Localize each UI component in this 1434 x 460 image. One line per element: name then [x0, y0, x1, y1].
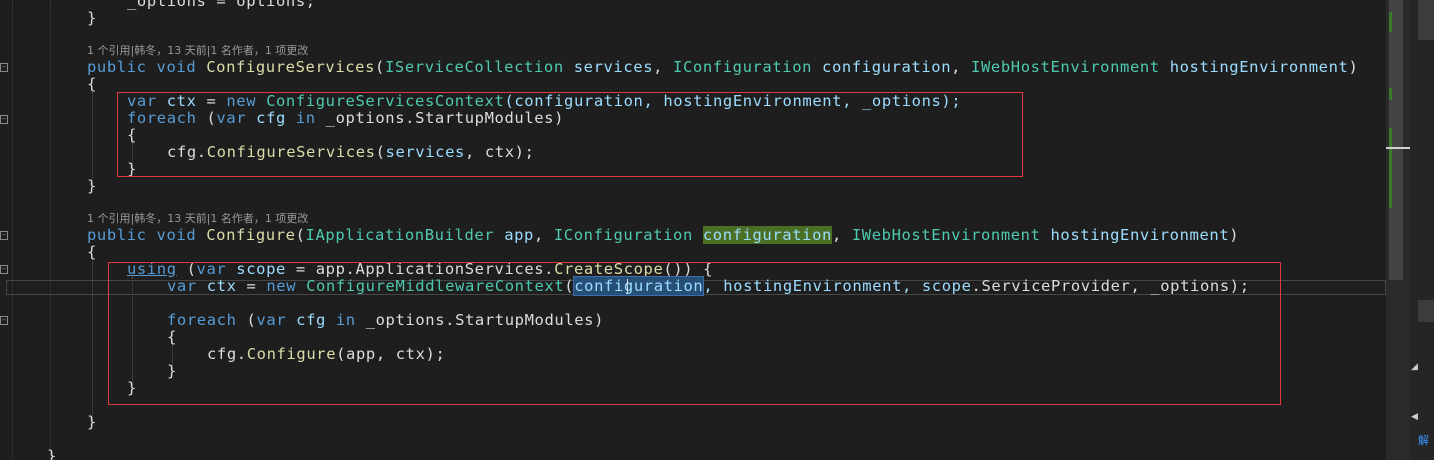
collapse-icon[interactable]: −: [0, 265, 8, 274]
scroll-left-icon[interactable]: ◀: [1411, 412, 1418, 422]
code-line: _options = options;: [127, 0, 316, 10]
code-line: }: [87, 413, 97, 431]
collapse-icon[interactable]: −: [0, 63, 8, 72]
change-marker: [1389, 12, 1392, 32]
code-line: }: [87, 177, 97, 195]
side-tab[interactable]: [1418, 0, 1434, 40]
change-marker: [1389, 128, 1392, 208]
code-lens[interactable]: 1 个引用|韩冬，13 天前|1 名作者，1 项更改: [87, 212, 308, 226]
code-line: {: [87, 243, 97, 261]
code-token: _options: [127, 0, 207, 10]
collapse-icon[interactable]: −: [0, 231, 8, 240]
vertical-scrollbar[interactable]: [1386, 0, 1410, 460]
change-marker: [1389, 88, 1392, 100]
expand-arrow-icon[interactable]: ◢: [1411, 362, 1418, 372]
indent-guide: [92, 92, 93, 184]
side-tab[interactable]: [1418, 300, 1434, 322]
annotation-box: [117, 92, 1023, 177]
side-panel-label[interactable]: 解: [1418, 432, 1429, 448]
structure-guide: [12, 0, 14, 460]
code-line: public void ConfigureServices(IServiceCo…: [87, 58, 1359, 76]
code-line: }: [87, 9, 97, 27]
code-line: }: [47, 447, 57, 460]
code-line: public void Configure(IApplicationBuilde…: [87, 226, 1240, 244]
collapse-icon[interactable]: −: [0, 316, 8, 325]
code-line: {: [87, 75, 97, 93]
collapse-icon[interactable]: −: [0, 115, 8, 124]
structure-guide: [50, 0, 52, 460]
side-panel: ◢ ◀ 解: [1410, 0, 1434, 460]
highlighted-reference: configuration: [702, 226, 832, 244]
scroll-position-indicator: [1386, 147, 1410, 149]
code-editor[interactable]: − − − − − _options = options; } 1 个引用|韩冬…: [0, 0, 1386, 460]
code-lens[interactable]: 1 个引用|韩冬，13 天前|1 名作者，1 项更改: [87, 44, 308, 58]
annotation-box: [108, 262, 1281, 405]
